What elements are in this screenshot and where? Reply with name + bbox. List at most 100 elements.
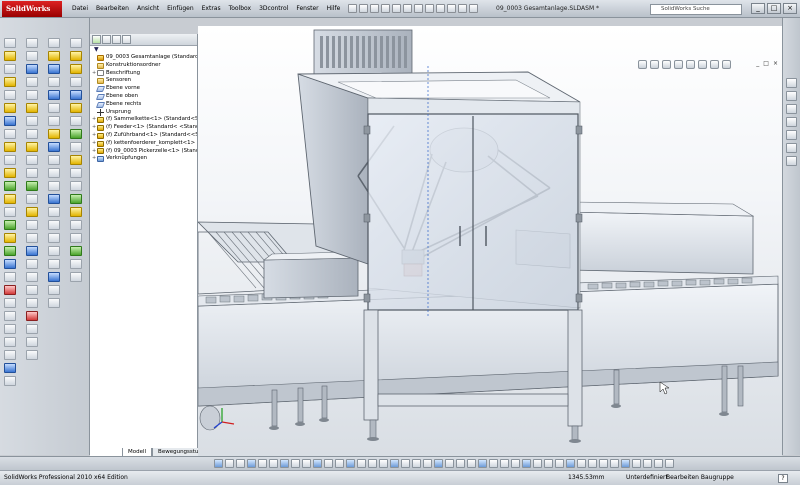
search-input[interactable]: SolidWorks Suche [650, 4, 742, 15]
menu-hilfe[interactable]: Hilfe [323, 0, 345, 18]
tool-icon[interactable] [26, 311, 38, 321]
menu-datei[interactable]: Datei [68, 0, 92, 18]
view-tool-icon[interactable] [280, 459, 289, 468]
search-results-icon[interactable] [786, 117, 797, 127]
tool-icon[interactable] [70, 259, 82, 269]
view-tool-icon[interactable] [302, 459, 311, 468]
sketch-icon[interactable] [436, 4, 446, 13]
menu-toolbox[interactable]: Toolbox [225, 0, 256, 18]
view-tool-icon[interactable] [478, 459, 487, 468]
smart-dimension-icon[interactable] [447, 4, 457, 13]
tool-icon[interactable] [4, 350, 16, 360]
display-style-icon[interactable] [698, 60, 707, 69]
tool-icon[interactable] [26, 155, 38, 165]
view-tool-icon[interactable] [566, 459, 575, 468]
view-tool-icon[interactable] [511, 459, 520, 468]
tool-icon[interactable] [4, 64, 16, 74]
tool-icon[interactable] [4, 311, 16, 321]
tool-icon[interactable] [26, 233, 38, 243]
graphics-area[interactable]: _ □ × [198, 26, 782, 456]
view-tool-icon[interactable] [225, 459, 234, 468]
save-icon[interactable] [370, 4, 380, 13]
solidworks-resources-icon[interactable] [786, 78, 797, 88]
tool-icon[interactable] [70, 233, 82, 243]
tool-icon[interactable] [48, 285, 60, 295]
view-tool-icon[interactable] [665, 459, 674, 468]
tool-icon[interactable] [70, 155, 82, 165]
view-tool-icon[interactable] [643, 459, 652, 468]
file-explorer-icon[interactable] [786, 104, 797, 114]
menu-extras[interactable]: Extras [198, 0, 225, 18]
view-tool-icon[interactable] [214, 459, 223, 468]
tool-icon[interactable] [70, 103, 82, 113]
menu-einfuegen[interactable]: Einfügen [163, 0, 197, 18]
tool-icon[interactable] [26, 324, 38, 334]
tree-item[interactable]: + Verknüpfungen [92, 155, 197, 163]
view-tool-icon[interactable] [357, 459, 366, 468]
tool-icon[interactable] [26, 51, 38, 61]
view-tool-icon[interactable] [401, 459, 410, 468]
tool-icon[interactable] [48, 64, 60, 74]
appearances-icon[interactable] [786, 143, 797, 153]
undo-icon[interactable] [392, 4, 402, 13]
tool-icon[interactable] [4, 116, 16, 126]
view-tool-icon[interactable] [555, 459, 564, 468]
tool-icon[interactable] [26, 142, 38, 152]
tool-icon[interactable] [4, 38, 16, 48]
filter-icon[interactable]: ▼ [90, 46, 197, 54]
feature-tree-tab-icon[interactable] [92, 35, 101, 44]
view-tool-icon[interactable] [522, 459, 531, 468]
view-tool-icon[interactable] [335, 459, 344, 468]
tree-item[interactable]: Ebene oben [92, 93, 197, 101]
tool-icon[interactable] [26, 272, 38, 282]
tool-icon[interactable] [26, 116, 38, 126]
view-tool-icon[interactable] [291, 459, 300, 468]
tool-icon[interactable] [4, 246, 16, 256]
select-icon[interactable] [403, 4, 413, 13]
tool-icon[interactable] [48, 38, 60, 48]
tool-icon[interactable] [26, 77, 38, 87]
view-orientation-icon[interactable] [686, 60, 695, 69]
tool-icon[interactable] [48, 220, 60, 230]
tool-icon[interactable] [4, 90, 16, 100]
close-button[interactable]: × [783, 3, 797, 14]
menu-3dcontrol[interactable]: 3Dcontrol [255, 0, 292, 18]
tool-icon[interactable] [4, 337, 16, 347]
tool-icon[interactable] [70, 77, 82, 87]
dimxpert-tab-icon[interactable] [122, 35, 131, 44]
tool-icon[interactable] [4, 103, 16, 113]
line-icon[interactable] [458, 4, 468, 13]
view-tool-icon[interactable] [258, 459, 267, 468]
view-tool-icon[interactable] [610, 459, 619, 468]
tool-icon[interactable] [26, 168, 38, 178]
tool-icon[interactable] [70, 64, 82, 74]
tree-item[interactable]: + (f) kettenfoerderer_komplett<1> ( [92, 140, 197, 148]
viewport-close-button[interactable]: × [773, 60, 778, 67]
tool-icon[interactable] [48, 155, 60, 165]
view-tool-icon[interactable] [346, 459, 355, 468]
tool-icon[interactable] [48, 298, 60, 308]
tool-icon[interactable] [48, 129, 60, 139]
tool-icon[interactable] [4, 298, 16, 308]
tool-icon[interactable] [48, 103, 60, 113]
options-icon[interactable] [425, 4, 435, 13]
tool-icon[interactable] [70, 38, 82, 48]
tree-item[interactable]: Konstruktionsordner [92, 62, 197, 70]
tool-icon[interactable] [48, 116, 60, 126]
tool-icon[interactable] [48, 246, 60, 256]
tree-item[interactable]: 09_0003 Gesamtanlage (Standard<Stan [92, 54, 197, 62]
tool-icon[interactable] [4, 168, 16, 178]
rebuild-icon[interactable] [414, 4, 424, 13]
tool-icon[interactable] [70, 51, 82, 61]
view-tool-icon[interactable] [368, 459, 377, 468]
view-tool-icon[interactable] [247, 459, 256, 468]
tool-icon[interactable] [48, 142, 60, 152]
view-tool-icon[interactable] [632, 459, 641, 468]
tree-item[interactable]: +(f) Feeder<1> (Standard< <Standard [92, 124, 197, 132]
tool-icon[interactable] [70, 207, 82, 217]
viewport-minimize-button[interactable]: _ [756, 60, 759, 67]
tree-item[interactable]: Ursprung [92, 109, 197, 117]
tool-icon[interactable] [26, 285, 38, 295]
tool-icon[interactable] [26, 194, 38, 204]
tool-icon[interactable] [26, 181, 38, 191]
